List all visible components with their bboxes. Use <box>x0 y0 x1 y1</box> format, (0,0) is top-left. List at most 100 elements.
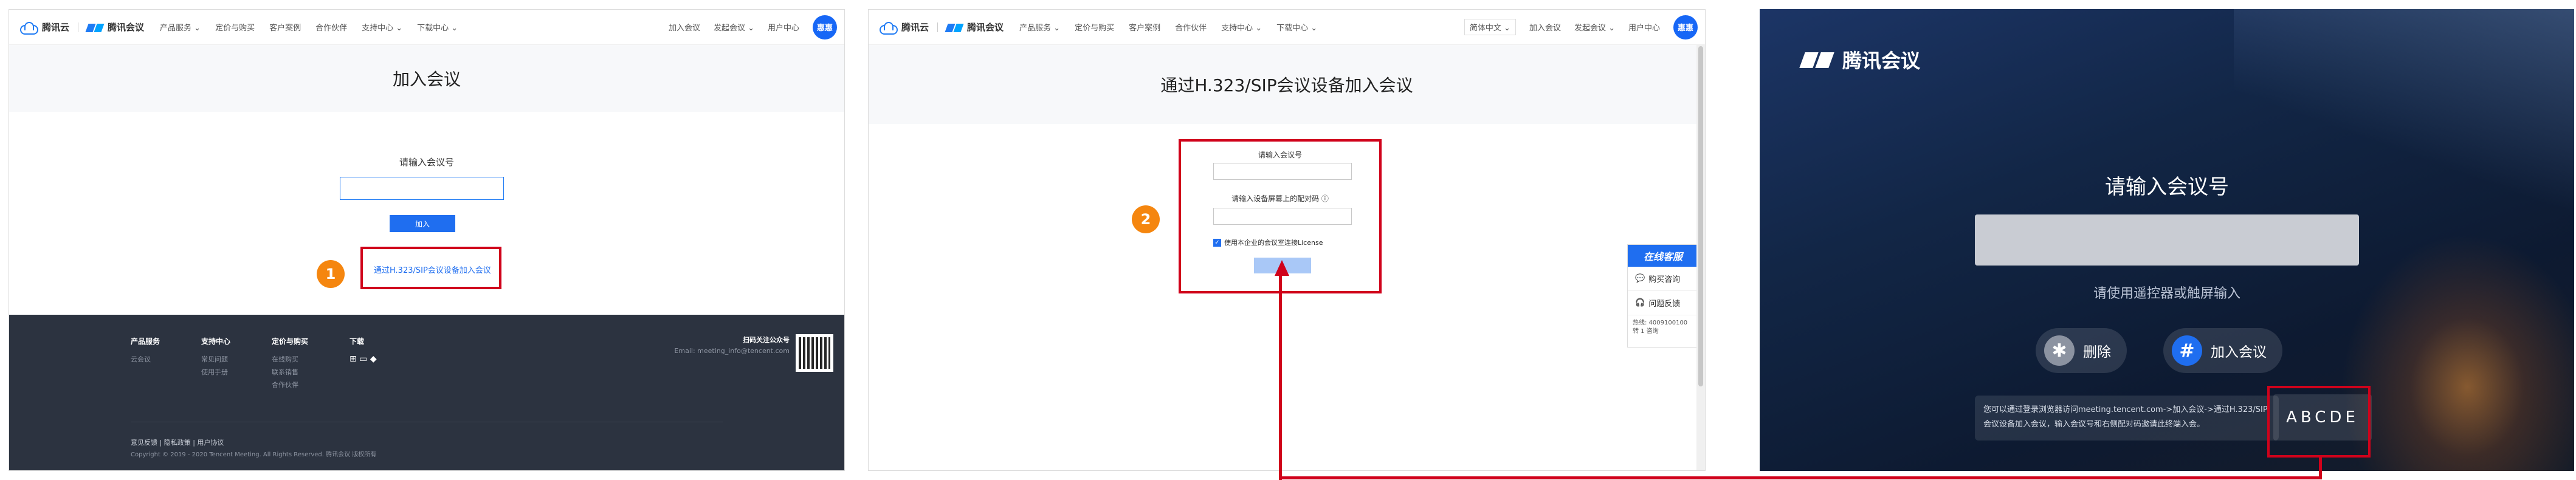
footer-link[interactable]: 在线购买 <box>272 355 298 363</box>
pair-code-label: 请输入设备屏幕上的配对码 ⓘ <box>1231 194 1329 203</box>
meeting-number-input[interactable] <box>1213 163 1352 180</box>
language-select[interactable]: 简体中文 ⌄ <box>1464 19 1516 35</box>
menu-item-cases[interactable]: 客户案例 <box>269 21 301 33</box>
purchase-consult[interactable]: 💬 购买咨询 <box>1628 267 1698 291</box>
divider <box>937 22 938 32</box>
menu-item-cases[interactable]: 客户案例 <box>1129 21 1160 33</box>
meeting-number-label: 请输入会议号 <box>399 157 454 168</box>
nav-right: 加入会议 发起会议 ⌄ 用户中心 惠惠 <box>669 15 837 39</box>
copyright: Copyright © 2019 - 2020 Tencent Meeting.… <box>131 451 377 458</box>
footer-col-title: 产品服务 <box>131 337 160 346</box>
join-button[interactable]: 加入 <box>390 215 455 232</box>
license-checkbox[interactable]: ✓ 使用本企业的会议室连接License <box>1213 238 1323 247</box>
main-menu: 产品服务 ⌄ 定价与购买 客户案例 合作伙伴 支持中心 ⌄ 下载中心 ⌄ <box>160 21 458 33</box>
brand-meeting-text: 腾讯会议 <box>108 22 145 33</box>
menu-item-download[interactable]: 下载中心 ⌄ <box>417 21 458 33</box>
page-title: 通过H.323/SIP会议设备加入会议 <box>869 45 1705 124</box>
email-text: Email: meeting_info@tencent.com <box>674 347 790 355</box>
info-text: 您可以通过登录浏览器访问meeting.tencent.com->加入会议->通… <box>1975 396 2279 441</box>
brand[interactable]: 腾讯云 腾讯会议 <box>19 21 145 35</box>
feedback[interactable]: 🎧 问题反馈 <box>1628 291 1698 315</box>
menu-item-partners[interactable]: 合作伙伴 <box>315 21 347 33</box>
footer-col-title: 定价与购买 <box>272 337 309 346</box>
service-item-label: 购买咨询 <box>1648 275 1681 284</box>
menu-item-support[interactable]: 支持中心 ⌄ <box>362 21 402 33</box>
delete-label: 删除 <box>2083 345 2111 360</box>
service-item-label: 问题反馈 <box>1648 300 1681 309</box>
hotline: 热线: 4009100100 转 1 咨询 <box>1633 320 1688 335</box>
qr-code <box>796 334 833 372</box>
chat-icon: 💬 <box>1635 274 1645 283</box>
avatar[interactable]: 惠惠 <box>813 15 837 39</box>
asterisk-icon: ✱ <box>2044 335 2075 366</box>
footer-col-title: 支持中心 <box>201 337 231 346</box>
top-nav: 腾讯云 腾讯会议 产品服务 ⌄ 定价与购买 客户案例 合作伙伴 支持中心 ⌄ 下… <box>9 10 844 45</box>
user-center-link[interactable]: 用户中心 <box>768 21 799 33</box>
join-meeting-button[interactable]: # 加入会议 <box>2163 328 2282 373</box>
page-title: 请输入会议号 <box>2105 175 2229 199</box>
sip-join-page: 腾讯云 腾讯会议 产品服务 ⌄ 定价与购买 客户案例 合作伙伴 支持中心 ⌄ 下… <box>868 9 1706 471</box>
footer-link[interactable]: 云会议 <box>131 355 151 363</box>
brand: 腾讯会议 <box>1799 46 1921 74</box>
highlight-box <box>2267 386 2371 458</box>
tencent-meeting-logo-icon <box>85 22 105 32</box>
checkbox-checked-icon[interactable]: ✓ <box>1213 238 1221 247</box>
footer-link[interactable]: 联系销售 <box>272 368 298 376</box>
menu-item-pricing[interactable]: 定价与购买 <box>215 21 255 33</box>
scrollbar[interactable] <box>1696 45 1705 470</box>
menu-item-products[interactable]: 产品服务 ⌄ <box>1019 21 1060 33</box>
online-service-widget: 在线客服 💬 购买咨询 🎧 问题反馈 热线: 4009100100 转 1 咨询 <box>1627 244 1699 348</box>
page-title: 加入会议 <box>9 45 844 112</box>
connector-vertical-left <box>1279 273 1282 480</box>
main-menu: 产品服务 ⌄ 定价与购买 客户案例 合作伙伴 支持中心 ⌄ 下载中心 ⌄ <box>1019 21 1317 33</box>
join-meeting-link[interactable]: 加入会议 <box>669 21 700 33</box>
brand[interactable]: 腾讯云 腾讯会议 <box>878 21 1004 35</box>
contact-info: 扫码关注公众号 Email: meeting_info@tencent.com <box>674 335 790 356</box>
start-meeting-link[interactable]: 发起会议 ⌄ <box>1574 21 1615 33</box>
sip-join-link[interactable]: 通过H.323/SIP会议设备加入会议 <box>374 264 491 275</box>
checkbox-label: 使用本企业的会议室连接License <box>1224 239 1323 247</box>
avatar[interactable]: 惠惠 <box>1673 15 1698 39</box>
tencent-cloud-logo-icon <box>19 21 38 35</box>
footer-col-title: 下载 <box>350 337 365 346</box>
nav-right: 简体中文 ⌄ 加入会议 发起会议 ⌄ 用户中心 惠惠 <box>1464 15 1698 39</box>
brand-cloud-text: 腾讯云 <box>901 22 929 33</box>
connector-horizontal <box>1279 476 2322 479</box>
arrow-head-icon <box>1275 260 1289 276</box>
user-center-link[interactable]: 用户中心 <box>1628 21 1660 33</box>
footer-links[interactable]: 意见反馈 | 隐私政策 | 用户协议 <box>131 436 224 449</box>
pair-code-input[interactable] <box>1213 208 1352 225</box>
connector-vertical-right <box>2319 457 2322 479</box>
step-badge: 2 <box>1132 205 1160 233</box>
join-label: 加入会议 <box>2211 345 2267 360</box>
menu-item-pricing[interactable]: 定价与购买 <box>1075 21 1114 33</box>
device-join-screen: 腾讯会议 请输入会议号 请使用遥控器或触屏输入 ✱ 删除 # 加入会议 您可以通… <box>1760 9 2574 471</box>
top-nav: 腾讯云 腾讯会议 产品服务 ⌄ 定价与购买 客户案例 合作伙伴 支持中心 ⌄ 下… <box>869 10 1705 45</box>
footer: 产品服务 云会议 支持中心 常见问题 使用手册 定价与购买 在线购买 联系销售 … <box>9 315 844 470</box>
footer-col-support: 支持中心 常见问题 使用手册 <box>201 335 230 379</box>
brand-cloud-text: 腾讯云 <box>42 22 70 33</box>
meeting-number-input[interactable] <box>340 177 504 200</box>
footer-link[interactable]: 使用手册 <box>201 368 228 376</box>
menu-item-products[interactable]: 产品服务 ⌄ <box>160 21 201 33</box>
wechat-label: 扫码关注公众号 <box>743 336 790 344</box>
brand-text: 腾讯会议 <box>1842 49 1921 72</box>
delete-button[interactable]: ✱ 删除 <box>2036 328 2127 373</box>
start-meeting-link[interactable]: 发起会议 ⌄ <box>714 21 754 33</box>
menu-item-partners[interactable]: 合作伙伴 <box>1175 21 1207 33</box>
brand-meeting-text: 腾讯会议 <box>967 22 1004 33</box>
headset-icon: 🎧 <box>1635 298 1645 307</box>
footer-link[interactable]: 常见问题 <box>201 355 228 363</box>
join-meeting-page: 腾讯云 腾讯会议 产品服务 ⌄ 定价与购买 客户案例 合作伙伴 支持中心 ⌄ 下… <box>9 9 845 471</box>
join-meeting-link[interactable]: 加入会议 <box>1529 21 1561 33</box>
platform-icons[interactable]: ⊞ ▭ ◆ <box>350 354 377 364</box>
tencent-meeting-logo-icon <box>1799 51 1836 68</box>
menu-item-download[interactable]: 下载中心 ⌄ <box>1276 21 1317 33</box>
menu-item-support[interactable]: 支持中心 ⌄ <box>1221 21 1262 33</box>
tencent-meeting-logo-icon <box>945 22 964 32</box>
meeting-number-input[interactable] <box>1975 214 2359 266</box>
input-hint: 请使用遥控器或触屏输入 <box>2093 286 2240 301</box>
tencent-cloud-logo-icon <box>878 21 898 35</box>
footer-col-products: 产品服务 云会议 <box>131 335 160 366</box>
footer-link[interactable]: 合作伙伴 <box>272 381 298 389</box>
